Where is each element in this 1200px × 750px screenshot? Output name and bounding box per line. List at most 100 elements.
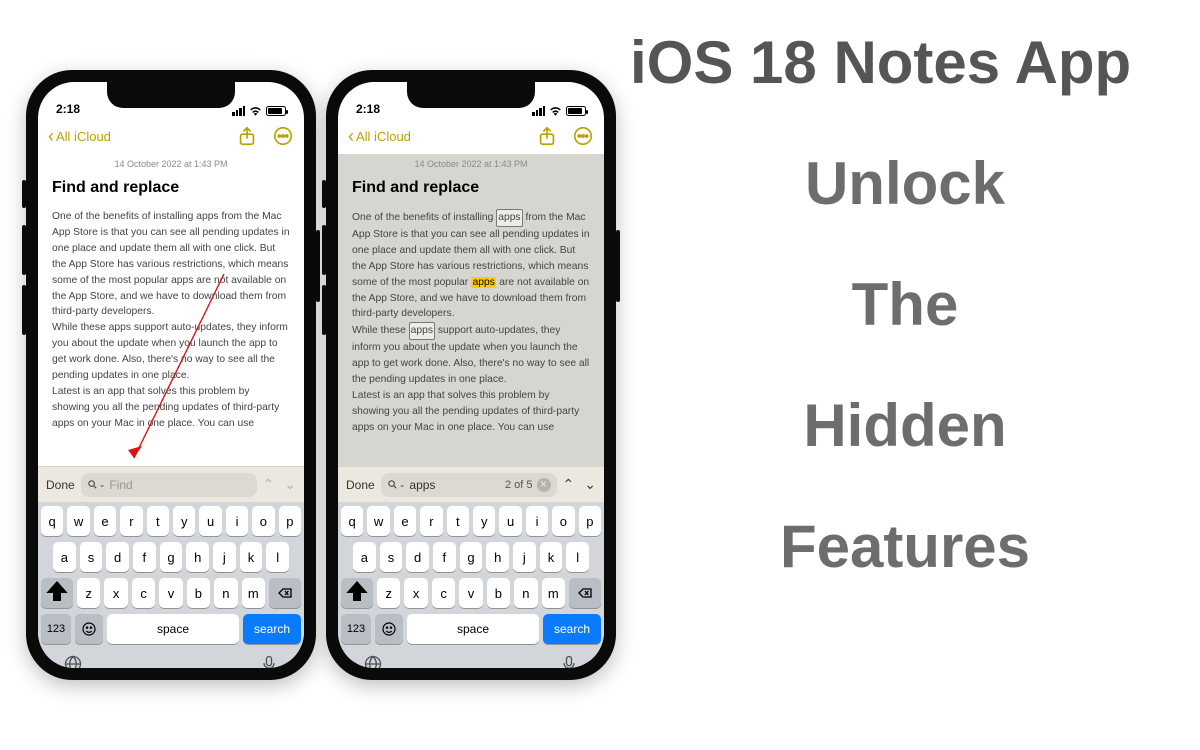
key-e[interactable]: e	[94, 506, 116, 536]
key-s[interactable]: s	[380, 542, 403, 572]
key-b[interactable]: b	[187, 578, 210, 608]
back-label: All iCloud	[56, 129, 111, 144]
backspace-key[interactable]	[569, 578, 601, 608]
note-content[interactable]: 14 October 2022 at 1:43 PM Find and repl…	[38, 154, 304, 466]
key-i[interactable]: i	[226, 506, 248, 536]
emoji-key[interactable]	[375, 614, 403, 644]
numbers-key[interactable]: 123	[341, 614, 371, 644]
key-k[interactable]: k	[240, 542, 263, 572]
find-prev-icon[interactable]: ⌃	[263, 476, 275, 493]
notch	[107, 82, 235, 108]
shift-key[interactable]	[341, 578, 373, 608]
key-z[interactable]: z	[77, 578, 100, 608]
key-w[interactable]: w	[67, 506, 89, 536]
globe-icon[interactable]	[363, 654, 383, 668]
key-r[interactable]: r	[120, 506, 142, 536]
key-p[interactable]: p	[279, 506, 301, 536]
phone-screen: 2:18 ‹ All iCloud	[338, 82, 604, 668]
key-m[interactable]: m	[242, 578, 265, 608]
space-key[interactable]: space	[107, 614, 239, 644]
key-j[interactable]: j	[213, 542, 236, 572]
key-l[interactable]: l	[266, 542, 289, 572]
keyboard-row-3: zxcvbnm	[341, 578, 601, 608]
note-date: 14 October 2022 at 1:43 PM	[352, 158, 590, 172]
find-next-icon[interactable]: ⌄	[584, 476, 596, 493]
backspace-key[interactable]	[269, 578, 301, 608]
key-t[interactable]: t	[147, 506, 169, 536]
key-g[interactable]: g	[160, 542, 183, 572]
space-key[interactable]: space	[407, 614, 539, 644]
key-a[interactable]: a	[53, 542, 76, 572]
chevron-left-icon: ‹	[48, 127, 54, 145]
more-icon[interactable]	[572, 125, 594, 147]
more-icon[interactable]	[272, 125, 294, 147]
shift-key[interactable]	[41, 578, 73, 608]
key-s[interactable]: s	[80, 542, 103, 572]
globe-icon[interactable]	[63, 654, 83, 668]
headline-word-unlock: Unlock	[630, 149, 1180, 218]
search-icon: ⌄	[87, 479, 106, 490]
emoji-key[interactable]	[75, 614, 103, 644]
search-key[interactable]: search	[243, 614, 301, 644]
find-nav-arrows: ⌃ ⌄	[563, 476, 596, 493]
iphone-device-left: 2:18 ‹ All iCloud	[26, 70, 316, 680]
key-p[interactable]: p	[579, 506, 601, 536]
key-v[interactable]: v	[459, 578, 482, 608]
key-t[interactable]: t	[447, 506, 469, 536]
clear-icon[interactable]: ✕	[537, 478, 551, 492]
key-o[interactable]: o	[552, 506, 574, 536]
key-q[interactable]: q	[41, 506, 63, 536]
find-done-button[interactable]: Done	[46, 478, 75, 492]
key-w[interactable]: w	[367, 506, 389, 536]
find-field[interactable]: ⌄ 2 of 5 ✕	[381, 473, 557, 497]
key-e[interactable]: e	[394, 506, 416, 536]
find-prev-icon[interactable]: ⌃	[563, 476, 575, 493]
key-o[interactable]: o	[252, 506, 274, 536]
find-input[interactable]	[409, 478, 501, 492]
share-icon[interactable]	[536, 125, 558, 147]
key-b[interactable]: b	[487, 578, 510, 608]
note-content[interactable]: 14 October 2022 at 1:43 PM Find and repl…	[338, 154, 604, 466]
key-m[interactable]: m	[542, 578, 565, 608]
key-k[interactable]: k	[540, 542, 563, 572]
key-f[interactable]: f	[133, 542, 156, 572]
back-button[interactable]: ‹ All iCloud	[348, 127, 411, 145]
key-y[interactable]: y	[473, 506, 495, 536]
share-icon[interactable]	[236, 125, 258, 147]
key-z[interactable]: z	[377, 578, 400, 608]
key-q[interactable]: q	[341, 506, 363, 536]
key-d[interactable]: d	[406, 542, 429, 572]
key-h[interactable]: h	[186, 542, 209, 572]
find-next-icon[interactable]: ⌄	[284, 476, 296, 493]
mic-icon[interactable]	[559, 654, 579, 668]
key-d[interactable]: d	[106, 542, 129, 572]
numbers-key[interactable]: 123	[41, 614, 71, 644]
keyboard-row-4: 123 space search	[341, 614, 601, 644]
key-n[interactable]: n	[214, 578, 237, 608]
key-a[interactable]: a	[353, 542, 376, 572]
key-c[interactable]: c	[432, 578, 455, 608]
key-j[interactable]: j	[513, 542, 536, 572]
status-time: 2:18	[56, 102, 80, 116]
key-g[interactable]: g	[460, 542, 483, 572]
keyboard-row-2: asdfghjkl	[341, 542, 601, 572]
back-button[interactable]: ‹ All iCloud	[48, 127, 111, 145]
key-x[interactable]: x	[104, 578, 127, 608]
key-n[interactable]: n	[514, 578, 537, 608]
key-i[interactable]: i	[526, 506, 548, 536]
mic-icon[interactable]	[259, 654, 279, 668]
find-input[interactable]	[109, 478, 250, 492]
key-r[interactable]: r	[420, 506, 442, 536]
key-u[interactable]: u	[499, 506, 521, 536]
find-done-button[interactable]: Done	[346, 478, 375, 492]
key-h[interactable]: h	[486, 542, 509, 572]
key-x[interactable]: x	[404, 578, 427, 608]
search-key[interactable]: search	[543, 614, 601, 644]
key-l[interactable]: l	[566, 542, 589, 572]
find-field[interactable]: ⌄	[81, 473, 257, 497]
key-f[interactable]: f	[433, 542, 456, 572]
key-v[interactable]: v	[159, 578, 182, 608]
key-c[interactable]: c	[132, 578, 155, 608]
key-y[interactable]: y	[173, 506, 195, 536]
key-u[interactable]: u	[199, 506, 221, 536]
